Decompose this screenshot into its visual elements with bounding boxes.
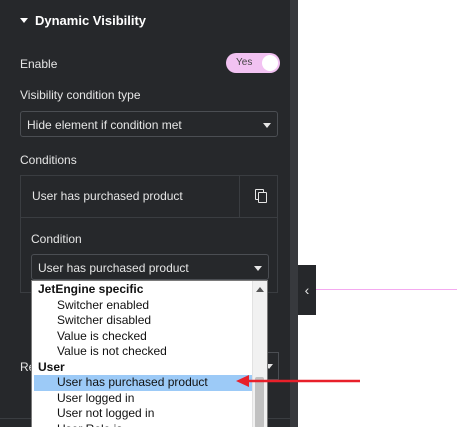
copy-icon (255, 189, 267, 203)
condition-select[interactable]: User has purchased product (31, 254, 269, 280)
dropdown-options: JetEngine specific Switcher enabled Switch… (32, 281, 254, 427)
dropdown-option[interactable]: User Role is (32, 422, 254, 427)
section-title: Dynamic Visibility (35, 13, 147, 28)
visibility-type-label: Visibility condition type (20, 88, 141, 102)
condition-value: User has purchased product (38, 261, 189, 275)
condition-item-header[interactable]: User has purchased product (21, 176, 277, 218)
caret-down-icon (20, 18, 28, 23)
dropdown-group-label: JetEngine specific (38, 282, 144, 296)
dropdown-option[interactable]: User logged in (32, 391, 254, 407)
conditions-label: Conditions (20, 153, 77, 167)
dropdown-option[interactable]: User has purchased product (34, 375, 254, 391)
dropdown-option[interactable]: Switcher enabled (32, 298, 254, 314)
panel-resize-handle[interactable] (290, 0, 298, 427)
dropdown-option[interactable]: Value is checked (32, 329, 254, 345)
chevron-down-icon (263, 123, 271, 128)
visibility-type-value: Hide element if condition met (27, 118, 182, 132)
conditions-repeater: User has purchased product Condition Use… (20, 175, 278, 293)
chevron-down-icon (254, 266, 262, 271)
dropdown-option[interactable]: Switcher disabled (32, 313, 254, 329)
scroll-up-icon[interactable] (256, 287, 264, 292)
red-arrow-icon (236, 375, 360, 387)
chevron-left-icon: ‹ (304, 282, 310, 298)
enable-toggle[interactable]: Yes (226, 53, 280, 73)
dropdown-option[interactable]: User not logged in (32, 406, 254, 422)
dropdown-option[interactable]: Value is not checked (32, 344, 254, 360)
enable-label: Enable (20, 57, 58, 71)
panel-collapse-button[interactable]: ‹ (298, 265, 316, 315)
condition-label: Condition (31, 232, 82, 246)
condition-item-title: User has purchased product (32, 189, 183, 203)
canvas-guide-line (298, 289, 457, 290)
preview-canvas (298, 0, 457, 427)
toggle-knob (262, 55, 278, 71)
section-header-dynamic-visibility[interactable]: Dynamic Visibility (20, 13, 146, 28)
dropdown-scrollbar[interactable] (252, 281, 267, 427)
condition-dropdown-list[interactable]: JetEngine specific Switcher enabled Switch… (31, 280, 268, 427)
duplicate-button[interactable] (239, 176, 278, 217)
visibility-type-select[interactable]: Hide element if condition met (20, 111, 278, 137)
dropdown-group-label: User (38, 359, 65, 374)
toggle-text: Yes (236, 57, 253, 68)
